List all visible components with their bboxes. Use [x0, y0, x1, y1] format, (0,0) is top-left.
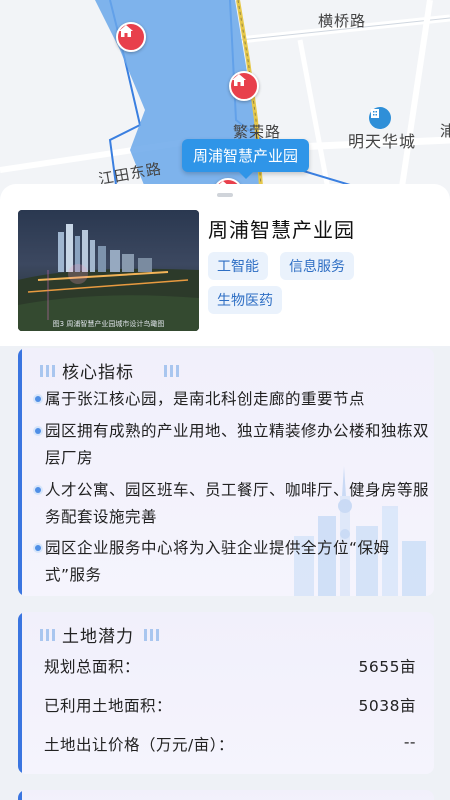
park-pin-icon[interactable] — [116, 22, 146, 52]
section-bars-icon — [40, 629, 55, 641]
park-pin-icon[interactable] — [229, 71, 259, 101]
industry-tag: 工智能 — [208, 252, 268, 280]
land-row-value: -- — [403, 733, 416, 751]
indicator-item: 园区企业服务中心将为入驻企业提供全方位“保姆式”服务 — [35, 535, 430, 589]
section-bars-icon — [164, 365, 179, 377]
industry-tag: 生物医药 — [208, 286, 282, 314]
photo-caption: 图3 周浦智慧产业园城市设计鸟瞰图 — [52, 320, 165, 328]
park-photo[interactable]: 图3 周浦智慧产业园城市设计鸟瞰图 — [18, 210, 199, 331]
road-label-hengqiao: 横桥路 — [318, 12, 367, 30]
poi-building-icon[interactable] — [369, 107, 391, 129]
indicator-item: 人才公寓、园区班车、员工餐厅、咖啡厅、健身房等服务配套设施完善 — [35, 477, 430, 531]
section-bars-icon — [40, 365, 55, 377]
land-potential-card: 土地潜力 规划总面积： 5655亩 已利用土地面积： 5038亩 土地出让价格（… — [18, 612, 434, 774]
section-bars-icon — [144, 629, 159, 641]
land-row-label: 已利用土地面积： — [44, 697, 173, 715]
industry-tag: 信息服务 — [280, 252, 354, 280]
park-title: 周浦智慧产业园 — [208, 218, 355, 242]
land-row-label: 规划总面积： — [44, 658, 141, 676]
selected-park-callout[interactable]: 周浦智慧产业园 — [182, 139, 310, 179]
park-aerial-image — [18, 210, 199, 331]
land-row-used: 已利用土地面积： 5038亩 — [44, 694, 416, 716]
poi-label: 明天华城 — [348, 132, 417, 151]
drag-handle[interactable] — [217, 193, 233, 197]
core-indicators-title: 核心指标 — [62, 363, 134, 383]
next-section-card — [18, 790, 434, 800]
land-row-value: 5655亩 — [358, 658, 416, 676]
map-view[interactable]: 横桥路 繁荣路 江田东路 明天华城 浦 周浦智慧产业园 — [0, 0, 450, 200]
indicator-item: 园区拥有成熟的产业用地、独立精装修办公楼和独栋双层厂房 — [35, 418, 430, 472]
land-potential-title: 土地潜力 — [62, 627, 134, 647]
land-row-label: 土地出让价格（万元/亩）： — [44, 736, 234, 754]
map-edge-label: 浦 — [440, 122, 450, 140]
park-header: 图3 周浦智慧产业园城市设计鸟瞰图 周浦智慧产业园 工智能 信息服务 生物医药 — [0, 184, 450, 346]
land-row-value: 5038亩 — [358, 697, 416, 715]
land-row-price: 土地出让价格（万元/亩）： -- — [44, 733, 416, 755]
indicator-item: 属于张江核心园，是南北科创走廊的重要节点 — [35, 386, 430, 413]
core-indicators-card: 核心指标 属于张江核心园，是南北科创走廊的重要节点 园区拥有成熟的产业用地、独立… — [18, 348, 434, 596]
park-detail-sheet: 图3 周浦智慧产业园城市设计鸟瞰图 周浦智慧产业园 工智能 信息服务 生物医药 … — [0, 184, 450, 800]
land-row-total: 规划总面积： 5655亩 — [44, 655, 416, 677]
